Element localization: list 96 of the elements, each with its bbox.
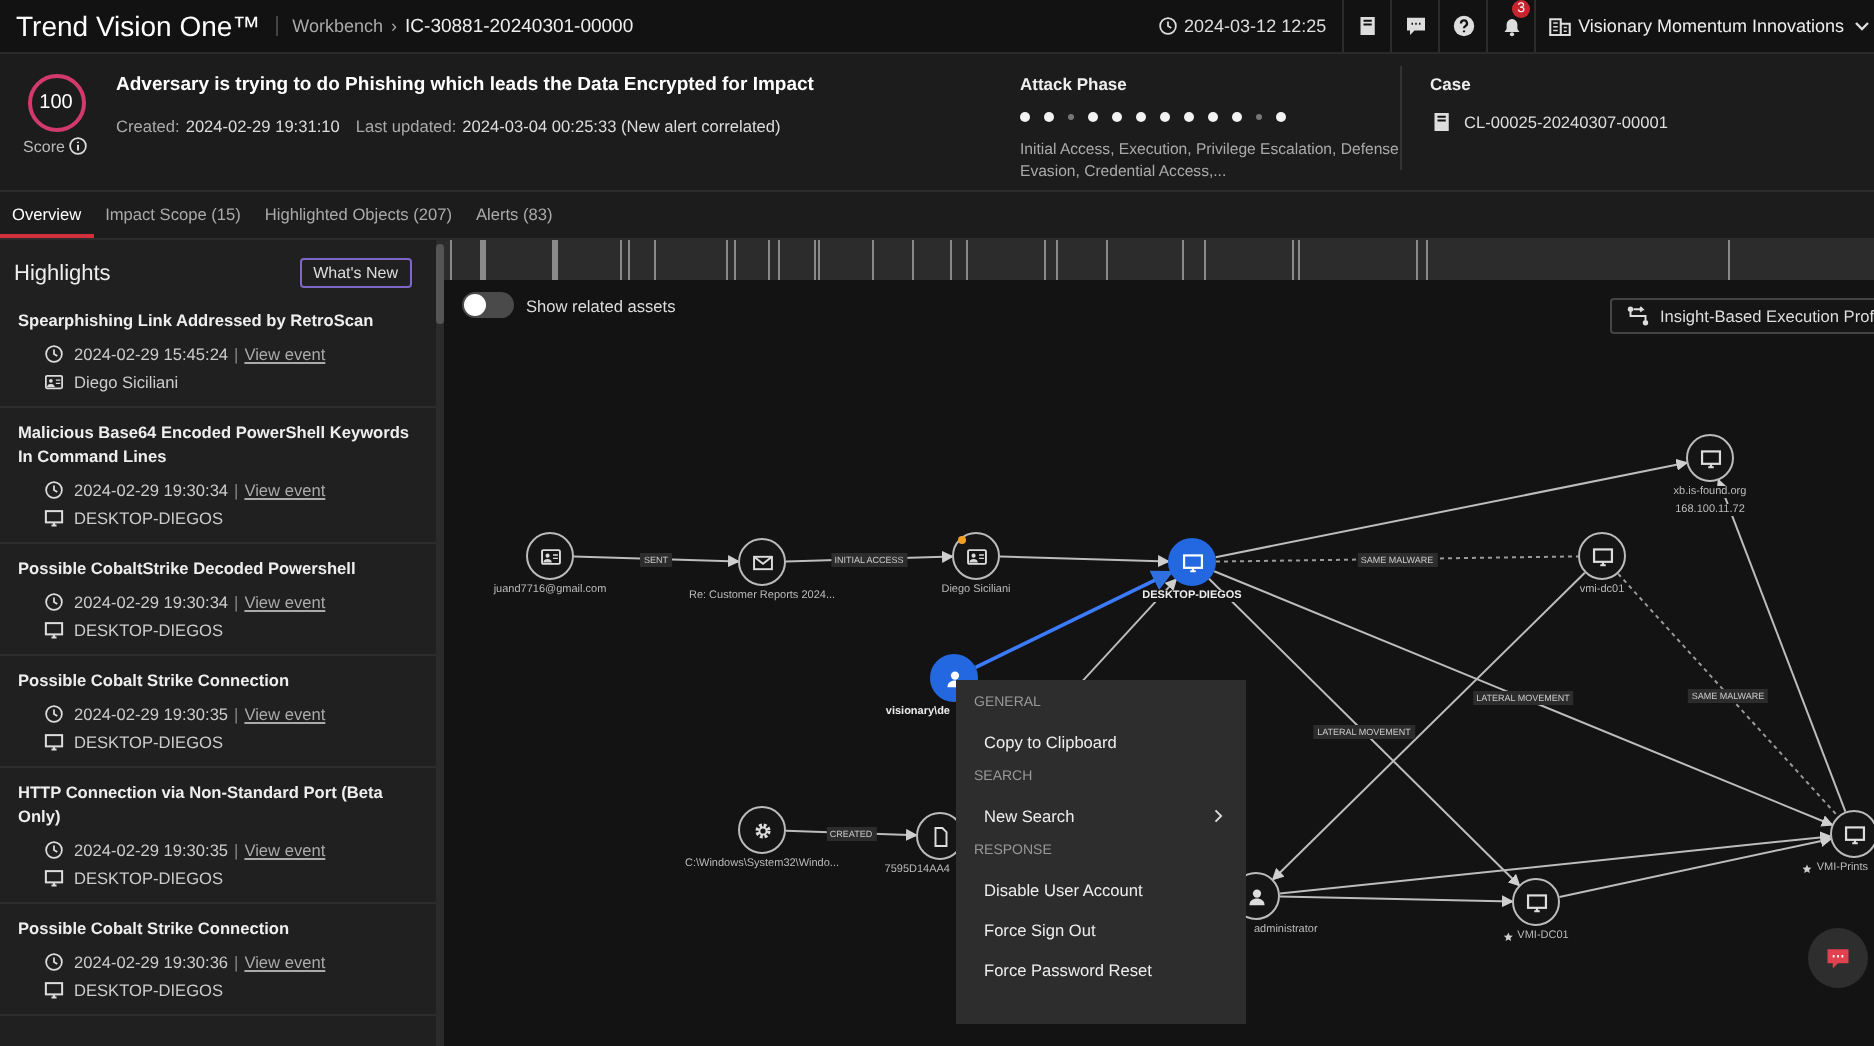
clock-icon [1158,16,1179,36]
chat-icon [1403,14,1428,38]
clock-icon [44,592,64,612]
scrollbar-thumb[interactable] [436,244,444,324]
info-icon[interactable] [68,136,89,156]
view-event-link[interactable]: View event [244,592,326,612]
event-time: 2024-02-29 19:30:36 [74,952,229,972]
view-event-link[interactable]: View event [244,840,326,860]
building-icon [1548,14,1573,38]
clock-icon [44,952,64,972]
separator-text: | [234,344,239,364]
clock-icon [44,344,64,364]
entity-name: DESKTOP-DIEGOS [74,868,224,888]
graph-node[interactable] [526,532,574,580]
graph-node[interactable] [738,538,786,586]
mail-icon [751,551,773,573]
view-event-link[interactable]: View event [244,480,326,500]
breadcrumb-current: IC-30881-20240301-00000 [405,15,634,37]
score-label: Score [23,137,65,155]
attack-phase-title: Attack Phase [1020,74,1129,94]
view-event-link[interactable]: View event [244,952,326,972]
created-label: Created: [116,116,180,136]
monitor-icon [1591,545,1613,567]
graph-node[interactable] [1830,810,1874,858]
product-title: Trend Vision One™ [16,10,261,42]
separator-text: | [234,480,239,500]
tab[interactable]: Highlighted Objects (207) [252,192,464,238]
updated-value: 2024-03-04 00:25:33 (New alert correlated) [462,116,781,136]
case-title: Case [1430,74,1473,94]
event-time: 2024-02-29 19:30:34 [74,592,229,612]
entity-name: DESKTOP-DIEGOS [74,508,224,528]
breadcrumb-link[interactable]: Workbench [276,16,384,36]
help-icon [1451,14,1476,38]
menu-item[interactable]: Force Password Reset [956,950,1246,990]
graph-node[interactable] [952,532,1000,580]
separator-text: | [234,840,239,860]
breadcrumb-separator: › [391,16,398,36]
created-value: 2024-02-29 19:31:10 [185,116,340,136]
execution-profile-button[interactable]: Insight-Based Execution Prof [1610,298,1874,334]
datetime-text: 2024-03-12 12:25 [1184,16,1327,36]
bell-icon [1499,14,1524,38]
card-icon [965,545,987,567]
clock-icon [44,840,64,860]
highlights-title: Highlights [14,261,111,285]
graph-node[interactable] [1578,532,1626,580]
entity-name: DESKTOP-DIEGOS [74,620,224,640]
chat-bubble-icon [1824,944,1852,972]
event-time: 2024-02-29 19:30:35 [74,704,229,724]
graph-node[interactable] [738,806,786,854]
highlight-title: Spearphishing Link Addressed by RetroScan [18,308,376,332]
user-icon [1245,885,1267,907]
book-icon [1355,14,1380,38]
event-time: 2024-02-29 19:30:34 [74,480,229,500]
entity-name: DESKTOP-DIEGOS [74,980,224,1000]
view-event-link[interactable]: View event [244,704,326,724]
updated-label: Last updated: [355,116,457,136]
toggle-label: Show related assets [526,295,676,315]
monitor-icon [1181,551,1203,573]
menu-item[interactable]: Disable User Account [956,870,1246,910]
clock-icon [44,704,64,724]
view-event-link[interactable]: View event [244,344,326,364]
entity-name: Diego Siciliani [74,372,179,392]
menu-item[interactable]: New Search [956,796,1246,836]
graph-node[interactable] [1686,434,1734,482]
highlight-title: Possible CobaltStrike Decoded Powershell [18,556,358,580]
clock-icon [44,480,64,500]
monitor-icon [1525,891,1547,913]
menu-item[interactable]: Force Sign Out [956,910,1246,950]
tab[interactable]: Impact Scope (15) [93,192,253,238]
highlight-title: Malicious Base64 Encoded PowerShell Keywords In Command Lines [18,420,412,468]
score-ring: 100 [27,74,85,132]
card-icon [539,545,561,567]
toggle-switch[interactable] [462,292,514,318]
organization-menu[interactable]: Visionary Momentum Innovations [1534,0,1874,52]
entity-name: DESKTOP-DIEGOS [74,732,224,752]
highlight-title: Possible Cobalt Strike Connection [18,916,292,940]
highlight-title: Possible Cobalt Strike Connection [18,668,292,692]
case-link[interactable]: CL-00025-20240307-00001 [1464,112,1668,132]
highlight-title: HTTP Connection via Non-Standard Port (Beta Only) [18,780,385,828]
separator-text: | [234,952,239,972]
event-time: 2024-02-29 15:45:24 [74,344,229,364]
whats-new-button[interactable]: What's New [299,258,412,288]
case-icon [1430,110,1454,134]
file-icon [929,825,951,847]
event-time: 2024-02-29 19:30:35 [74,840,229,860]
menu-item[interactable]: Copy to Clipboard [956,722,1246,762]
tab[interactable]: Alerts (83) [464,192,565,238]
monitor-icon [1843,823,1865,845]
flow-icon [1626,304,1650,328]
graph-node[interactable] [1512,878,1560,926]
separator-text: | [234,704,239,724]
gear-icon [751,819,773,841]
separator-text: | [234,592,239,612]
alert-title: Adversary is trying to do Phishing which leads the Data Encrypted for Impact [116,74,816,96]
monitor-icon [1699,447,1721,469]
graph-node[interactable] [1168,538,1216,586]
